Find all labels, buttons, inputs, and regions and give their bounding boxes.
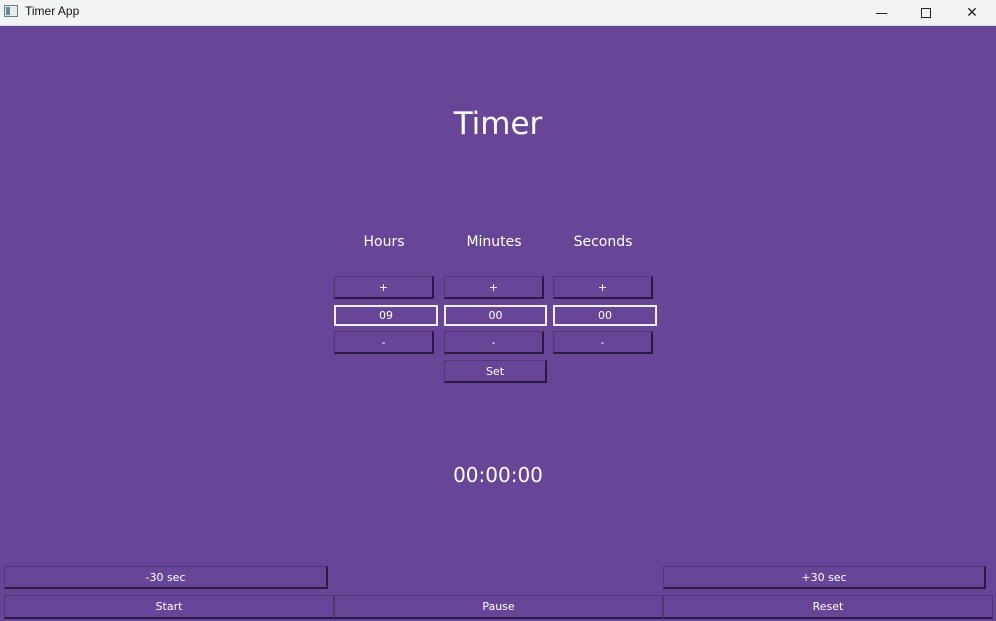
window-title: Timer App <box>25 4 80 18</box>
close-button[interactable]: ✕ <box>949 0 995 26</box>
hours-input[interactable]: 09 <box>334 305 438 326</box>
countdown-display: 00:00:00 <box>453 463 543 487</box>
start-button[interactable]: Start <box>4 595 334 619</box>
minus-30-sec-button[interactable]: -30 sec <box>4 566 328 589</box>
timer-panel: Timer Hours + 09 - Minutes + 00 - Second… <box>0 27 996 621</box>
hours-label: Hours <box>363 234 405 250</box>
page-title: Timer <box>453 106 543 142</box>
maximize-icon <box>921 8 931 18</box>
seconds-increment-button[interactable]: + <box>553 276 653 299</box>
pause-button[interactable]: Pause <box>334 595 663 619</box>
seconds-input[interactable]: 00 <box>553 305 657 326</box>
minutes-decrement-button[interactable]: - <box>444 331 544 354</box>
plus-30-sec-button[interactable]: +30 sec <box>663 566 986 589</box>
hours-decrement-button[interactable]: - <box>334 331 434 354</box>
minutes-input[interactable]: 00 <box>444 305 547 326</box>
reset-button[interactable]: Reset <box>663 595 993 619</box>
maximize-button[interactable] <box>903 0 949 26</box>
set-button[interactable]: Set <box>444 360 547 383</box>
seconds-label: Seconds <box>573 234 633 250</box>
hours-increment-button[interactable]: + <box>334 276 434 299</box>
minimize-icon <box>875 12 887 14</box>
minimize-button[interactable] <box>858 0 904 26</box>
minutes-increment-button[interactable]: + <box>444 276 544 299</box>
seconds-decrement-button[interactable]: - <box>553 331 653 354</box>
title-bar: Timer App ✕ <box>0 0 996 26</box>
close-icon: ✕ <box>966 5 978 21</box>
app-window-icon <box>4 5 18 17</box>
minutes-label: Minutes <box>466 234 522 250</box>
